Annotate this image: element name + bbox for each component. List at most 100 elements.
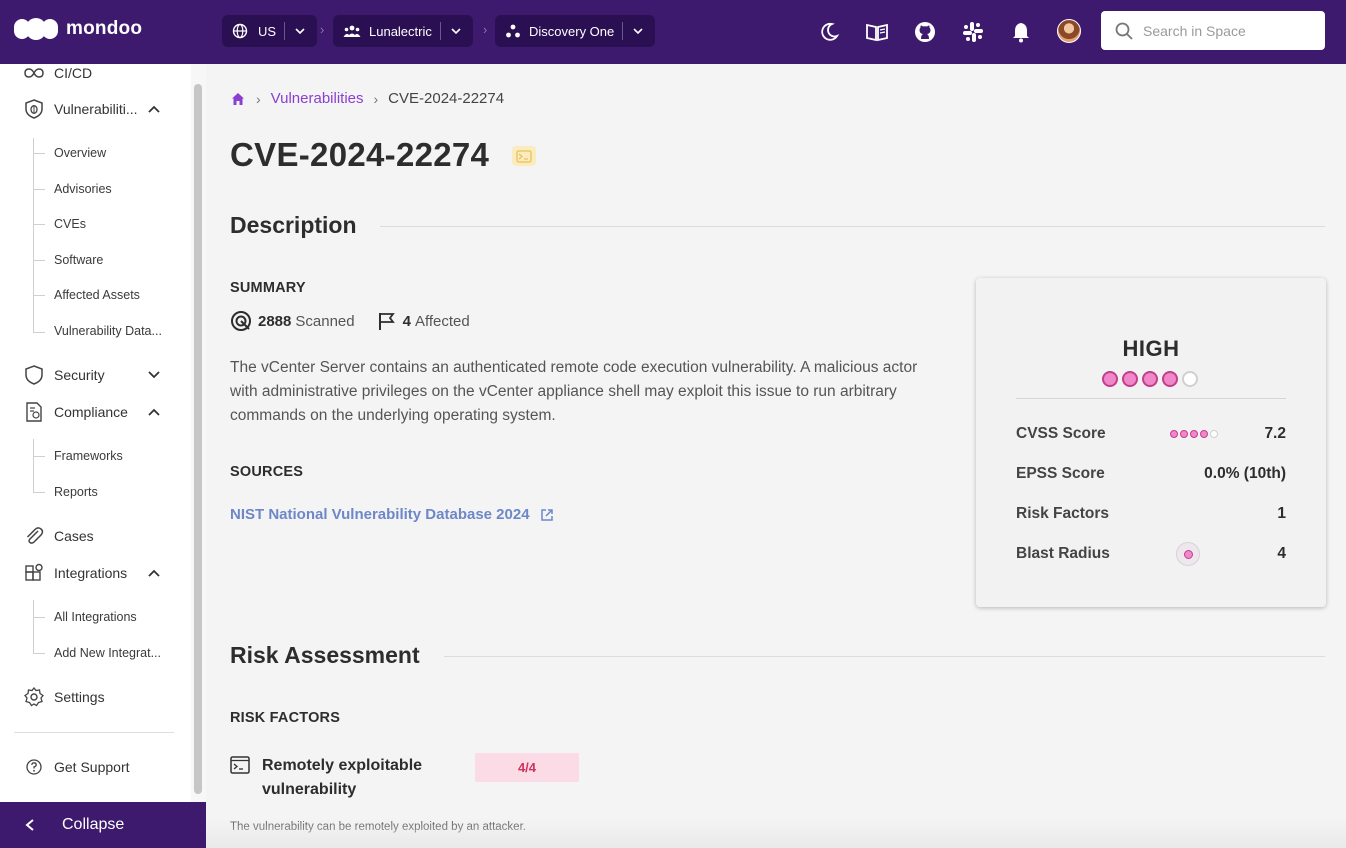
cvss-score-label: CVSS Score: [1016, 425, 1106, 442]
breadcrumb-vulnerabilities-link[interactable]: Vulnerabilities: [271, 90, 364, 107]
cvss-rating-dots: [1170, 430, 1218, 438]
shield-bug-icon: [24, 99, 44, 119]
risk-factors-value: 1: [1277, 505, 1286, 522]
chevron-down-icon[interactable]: [293, 24, 307, 38]
card-divider: [1016, 398, 1286, 399]
cvss-score-row: CVSS Score 7.2: [1016, 423, 1286, 445]
home-icon[interactable]: [230, 91, 246, 107]
summary-label: SUMMARY: [230, 280, 306, 296]
search-icon: [1115, 22, 1133, 40]
summary-stats: 2888 Scanned 4 Affected: [230, 310, 492, 332]
search-box[interactable]: [1101, 11, 1325, 50]
shield-icon: [24, 365, 44, 385]
sidebar-subitem-all-integrations[interactable]: All Integrations: [54, 610, 137, 624]
sidebar-item-label: Compliance: [54, 404, 128, 420]
github-icon[interactable]: [912, 19, 938, 45]
sidebar-subitem-add-new-integration[interactable]: Add New Integrat...: [54, 646, 161, 660]
source-link-text: NIST National Vulnerability Database 202…: [230, 506, 530, 523]
cvss-dot-filled: [1200, 430, 1208, 438]
chevron-down-icon[interactable]: [631, 24, 645, 38]
space-selector[interactable]: Discovery One: [495, 15, 656, 47]
main-content: › Vulnerabilities › CVE-2024-22274 CVE-2…: [206, 64, 1346, 848]
cve-badge-icon[interactable]: [512, 146, 536, 166]
epss-score-row: EPSS Score 0.0% (10th): [1016, 463, 1286, 485]
sidebar-subitem-frameworks[interactable]: Frameworks: [54, 449, 123, 463]
severity-dot-filled: [1122, 371, 1138, 387]
risk-assessment-heading: Risk Assessment: [230, 642, 420, 668]
sidebar-subitem-advisories[interactable]: Advisories: [54, 182, 112, 196]
cvss-score-value: 7.2: [1264, 425, 1286, 442]
sidebar-item-cicd[interactable]: CI/CD: [24, 61, 92, 85]
top-bar: mondoo US › Lunalectric › Discovery One: [0, 0, 1346, 64]
sidebar-item-label: Vulnerabiliti...: [54, 101, 138, 117]
chevron-up-icon[interactable]: [146, 565, 162, 581]
sidebar-item-label: Security: [54, 367, 105, 383]
vulnerability-description: The vCenter Server contains an authentic…: [230, 359, 918, 424]
scanned-stat: 2888 Scanned: [230, 310, 355, 332]
chevron-up-icon[interactable]: [146, 101, 162, 117]
submenu-line: [33, 439, 34, 493]
affected-stat: 4 Affected: [377, 311, 470, 331]
cvss-dot-filled: [1180, 430, 1188, 438]
compliance-doc-icon: [24, 402, 44, 422]
chevron-down-icon[interactable]: [146, 367, 162, 383]
target-icon: [231, 311, 251, 331]
sidebar-item-label: Integrations: [54, 565, 128, 581]
sidebar-subitem-affected-assets[interactable]: Affected Assets: [54, 288, 140, 302]
chevron-down-icon[interactable]: [449, 24, 463, 38]
blast-radius-value: 4: [1277, 545, 1286, 562]
integrations-icon: [24, 563, 44, 583]
sidebar-divider: [14, 732, 174, 733]
moon-icon[interactable]: [816, 19, 842, 45]
sidebar-item-label: Cases: [54, 528, 94, 544]
user-avatar[interactable]: [1057, 19, 1081, 43]
external-link-icon: [540, 508, 553, 521]
sidebar-item-get-support[interactable]: Get Support: [24, 755, 130, 779]
severity-dot-filled: [1162, 371, 1178, 387]
sidebar-item-security[interactable]: Security: [24, 363, 105, 387]
sidebar-scrollbar-thumb[interactable]: [194, 84, 202, 794]
sidebar-subitem-software[interactable]: Software: [54, 253, 103, 267]
org-label: Lunalectric: [369, 23, 432, 39]
sidebar-item-label: CI/CD: [54, 65, 93, 81]
blast-radius-label: Blast Radius: [1016, 545, 1110, 562]
mondoo-logo[interactable]: mondoo: [14, 18, 142, 40]
sidebar-item-vulnerabilities[interactable]: Vulnerabiliti...: [24, 97, 138, 121]
docs-book-icon[interactable]: [864, 19, 890, 45]
page-title: CVE-2024-22274: [230, 136, 490, 173]
sidebar-item-cases[interactable]: Cases: [24, 524, 94, 548]
submenu-line: [33, 138, 34, 333]
severity-score-card: HIGH CVSS Score 7.2 EPSS Score 0.0% (10t…: [976, 278, 1326, 607]
chevron-left-icon: [25, 819, 34, 831]
epss-score-label: EPSS Score: [1016, 465, 1105, 482]
breadcrumb-separator-icon: ›: [256, 90, 261, 107]
bell-icon[interactable]: [1008, 19, 1034, 45]
region-selector[interactable]: US: [222, 15, 318, 47]
collapse-sidebar-button[interactable]: Collapse: [0, 802, 206, 848]
description-heading: Description: [230, 212, 357, 238]
risk-factors-label: Risk Factors: [1016, 505, 1110, 522]
search-input[interactable]: [1143, 22, 1303, 39]
chevron-up-icon[interactable]: [146, 404, 162, 420]
flag-icon: [378, 313, 395, 330]
space-icon: [506, 24, 520, 38]
org-selector[interactable]: Lunalectric: [333, 15, 473, 47]
sidebar-item-settings[interactable]: Settings: [24, 685, 105, 709]
severity-dot-empty: [1182, 371, 1198, 387]
sidebar-subitem-vulnerability-database[interactable]: Vulnerability Data...: [54, 324, 162, 338]
risk-factors-row: Risk Factors 1: [1016, 503, 1286, 525]
sidebar-item-compliance[interactable]: Compliance: [24, 400, 128, 424]
sidebar-item-integrations[interactable]: Integrations: [24, 561, 127, 585]
collapse-label: Collapse: [62, 816, 125, 833]
sidebar-subitem-reports[interactable]: Reports: [54, 485, 98, 499]
sidebar-subitem-overview[interactable]: Overview: [54, 146, 106, 160]
breadcrumb-separator-icon: ›: [483, 22, 488, 37]
submenu-line: [33, 600, 34, 654]
sidebar-subitem-cves[interactable]: CVEs: [54, 217, 86, 231]
space-label: Discovery One: [529, 23, 615, 39]
nvd-source-link[interactable]: NIST National Vulnerability Database 202…: [230, 506, 554, 523]
slack-icon[interactable]: [960, 19, 986, 45]
blast-radius-icon: [1176, 542, 1200, 566]
section-divider: [380, 226, 1325, 227]
cvss-dot-filled: [1170, 430, 1178, 438]
